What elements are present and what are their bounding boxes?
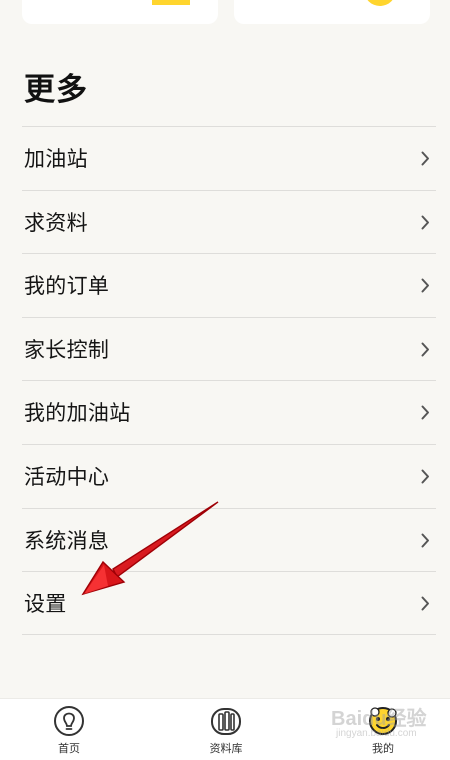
chevron-right-icon [421,596,429,611]
nav-home[interactable]: 首页 [24,706,114,760]
menu-item-my-gas-station[interactable]: 我的加油站 [22,380,436,444]
chevron-right-icon [421,278,429,293]
nav-home-label: 首页 [58,742,80,755]
nav-library[interactable]: 资料库 [181,706,271,760]
chevron-right-icon [421,533,429,548]
menu-item-label: 活动中心 [24,464,110,489]
chevron-right-icon [421,151,429,166]
yellow-square-icon [152,0,190,5]
top-card-strip [0,0,450,26]
nav-library-label: 资料库 [209,742,243,755]
library-icon [211,708,241,735]
menu-item-label: 家长控制 [24,337,110,362]
bottom-navigation: 首页 资料库 我的 [0,698,450,760]
chevron-right-icon [421,215,429,230]
nav-mine-label: 我的 [372,742,394,755]
menu-item-settings[interactable]: 设置 [22,571,436,635]
top-card-left[interactable] [22,0,218,24]
top-card-right[interactable] [234,0,430,24]
menu-item-activity-center[interactable]: 活动中心 [22,443,436,508]
menu-item-label: 我的加油站 [24,401,131,426]
yellow-circle-icon [364,0,396,6]
menu-item-label: 加油站 [24,147,88,171]
chevron-right-icon [421,469,429,484]
menu-item-gas-station[interactable]: 加油站 [22,126,436,190]
profile-face-icon [369,707,397,735]
chevron-right-icon [421,342,429,357]
menu-item-request-material[interactable]: 求资料 [22,189,436,254]
menu-item-system-messages[interactable]: 系统消息 [22,507,436,572]
lightbulb-icon [54,706,84,736]
menu-item-label: 系统消息 [24,528,110,553]
nav-mine[interactable]: 我的 [338,706,428,760]
menu-item-label: 我的订单 [24,274,110,299]
more-menu-list: 加油站 求资料 我的订单 家长控制 我的加油站 活动中心 系统消息 设置 [22,126,436,635]
profile-more-page: 更多 加油站 求资料 我的订单 家长控制 我的加油站 活动中心 系统消息 设置 … [0,0,450,760]
menu-item-my-orders[interactable]: 我的订单 [22,253,436,317]
menu-item-label: 设置 [24,592,67,617]
menu-item-label: 求资料 [24,210,88,235]
section-title: 更多 [24,72,88,108]
menu-item-parental-control[interactable]: 家长控制 [22,316,436,381]
chevron-right-icon [421,405,429,420]
